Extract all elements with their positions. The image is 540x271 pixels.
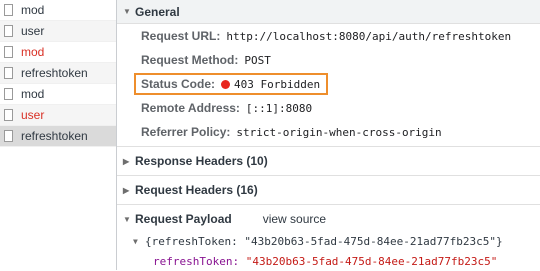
request-name: user: [21, 24, 45, 38]
file-icon: [4, 25, 13, 37]
view-source-link[interactable]: view source: [263, 212, 326, 226]
status-error-dot-icon: [221, 79, 231, 89]
request-row-mod-error[interactable]: mod: [0, 42, 116, 63]
payload-tree: ▼ {refreshToken: "43b20b63-5fad-475d-84e…: [117, 231, 540, 271]
response-headers-title: Response Headers (10): [135, 154, 268, 168]
request-row-mod[interactable]: mod: [0, 84, 116, 105]
request-headers-title: Request Headers (16): [135, 183, 258, 197]
payload-summary: {refreshToken: "43b20b63-5fad-475d-84ee-…: [145, 234, 503, 248]
request-name: mod: [21, 45, 45, 59]
request-payload-title: Request Payload: [135, 212, 232, 226]
request-url-row: Request URL: http://localhost:8080/api/a…: [141, 24, 540, 48]
request-name: refreshtoken: [21, 66, 88, 80]
request-url-label: Request URL:: [141, 29, 221, 43]
status-code-label: Status Code:: [141, 77, 216, 91]
triangle-down-icon: ▼: [123, 214, 131, 224]
general-section-body: Request URL: http://localhost:8080/api/a…: [117, 24, 540, 144]
request-row-refreshtoken[interactable]: refreshtoken: [0, 63, 116, 84]
request-row-mod[interactable]: mod: [0, 0, 116, 21]
triangle-down-icon: ▼: [123, 7, 131, 16]
request-row-user[interactable]: user: [0, 21, 116, 42]
file-icon: [4, 109, 13, 121]
referrer-policy-row: Referrer Policy: strict-origin-when-cros…: [141, 120, 540, 144]
request-list: mod user mod refreshtoken mod user refre…: [0, 0, 117, 270]
request-row-refreshtoken-selected[interactable]: refreshtoken: [0, 126, 116, 147]
request-method-row: Request Method: POST: [141, 48, 540, 72]
request-row-user-error[interactable]: user: [0, 105, 116, 126]
response-headers-section-header[interactable]: ▶ Response Headers (10): [117, 149, 540, 173]
request-details: ▼ General Request URL: http://localhost:…: [117, 0, 540, 270]
section-divider: [117, 175, 540, 176]
request-method-value: POST: [244, 53, 271, 67]
referrer-policy-label: Referrer Policy:: [141, 125, 231, 139]
remote-address-row: Remote Address: [::1]:8080: [141, 96, 540, 120]
status-code-highlight: Status Code: 403 Forbidden: [134, 73, 329, 95]
request-method-label: Request Method:: [141, 53, 239, 67]
file-icon: [4, 88, 13, 100]
request-name: user: [21, 108, 45, 122]
payload-property-row: refreshToken: "43b20b63-5fad-475d-84ee-2…: [133, 251, 540, 271]
section-divider: [117, 204, 540, 205]
triangle-right-icon: ▶: [123, 185, 130, 195]
remote-address-label: Remote Address:: [141, 101, 240, 115]
remote-address-value: [::1]:8080: [245, 101, 313, 115]
payload-object-row[interactable]: ▼ {refreshToken: "43b20b63-5fad-475d-84e…: [133, 231, 540, 251]
request-name: mod: [21, 87, 45, 101]
general-title: General: [135, 4, 180, 19]
general-section-header[interactable]: ▼ General: [117, 0, 540, 24]
status-code-value: 403 Forbidden: [234, 77, 321, 91]
file-icon: [4, 46, 13, 58]
payload-key: refreshToken:: [153, 254, 240, 268]
request-headers-section-header[interactable]: ▶ Request Headers (16): [117, 178, 540, 202]
request-payload-section-header[interactable]: ▼ Request Payload view source: [117, 207, 540, 231]
request-url-value: http://localhost:8080/api/auth/refreshto…: [226, 29, 512, 43]
request-name: refreshtoken: [21, 129, 88, 143]
triangle-right-icon: ▶: [123, 156, 130, 166]
file-icon: [4, 67, 13, 79]
file-icon: [4, 4, 13, 16]
status-code-row: Status Code: 403 Forbidden: [134, 72, 540, 96]
file-icon: [4, 130, 13, 142]
request-name: mod: [21, 3, 45, 17]
triangle-down-icon: ▼: [133, 236, 138, 246]
referrer-policy-value: strict-origin-when-cross-origin: [236, 125, 442, 139]
payload-value: "43b20b63-5fad-475d-84ee-21ad77fb23c5": [245, 254, 498, 268]
section-divider: [117, 146, 540, 147]
